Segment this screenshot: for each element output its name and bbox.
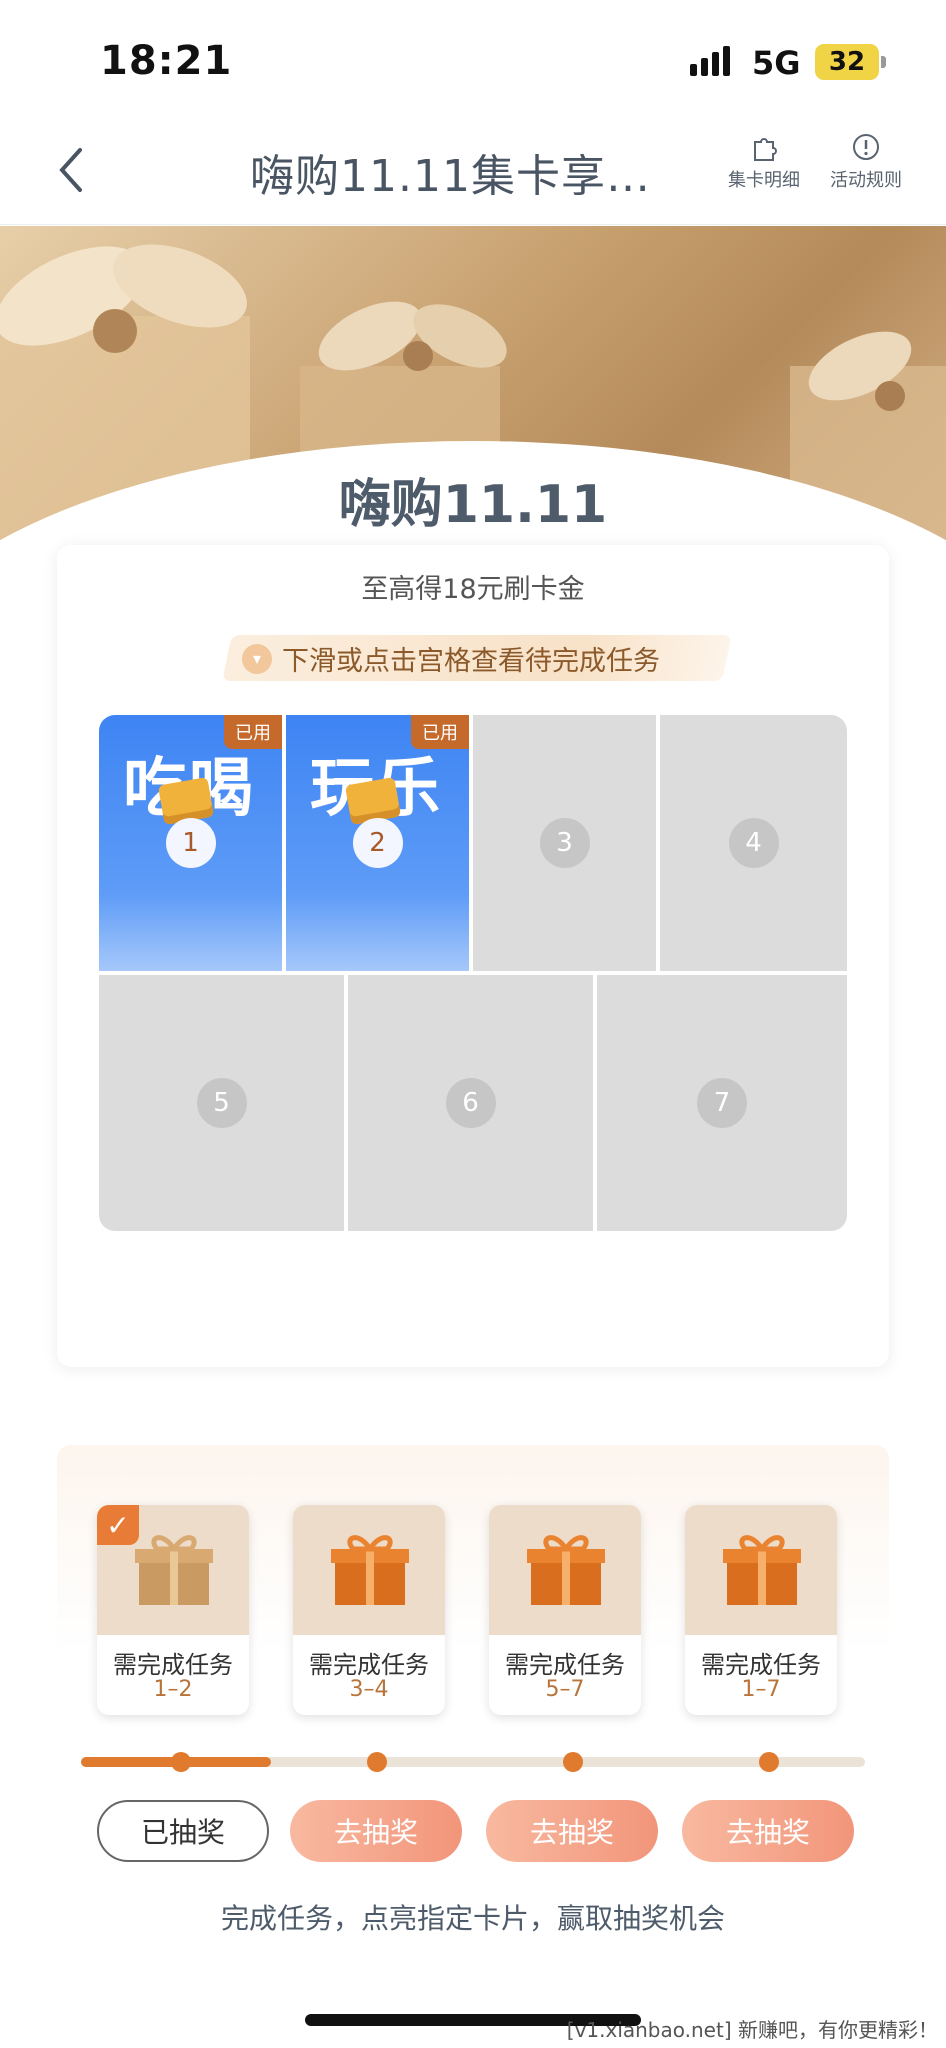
nav-bar: 嗨购11.11集卡享… 集卡明细 活动规则 bbox=[0, 120, 946, 225]
reward-box-1[interactable]: ✓ 需完成任务 1–2 bbox=[97, 1505, 249, 1715]
reward-box-4[interactable]: 需完成任务 1–7 bbox=[685, 1505, 837, 1715]
card-detail-label: 集卡明细 bbox=[728, 170, 800, 191]
check-icon: ✓ bbox=[97, 1505, 139, 1545]
card-cell-5[interactable]: 5 bbox=[99, 975, 344, 1231]
card-number: 4 bbox=[728, 818, 779, 868]
network-type: 5G bbox=[752, 44, 801, 82]
progress-dot bbox=[759, 1752, 779, 1772]
box-range: 1–2 bbox=[153, 1677, 193, 1702]
card-number: 5 bbox=[196, 1078, 247, 1128]
double-chevron-down-icon: ▾ bbox=[242, 643, 272, 674]
watermark: [v1.xianbao.net] 新赚吧，有你更精彩！ bbox=[566, 2018, 938, 2042]
rules-label: 活动规则 bbox=[830, 170, 902, 191]
box-label: 需完成任务 bbox=[309, 1651, 429, 1679]
gift-icon bbox=[527, 1535, 605, 1605]
chevron-left-icon bbox=[59, 148, 82, 192]
signal-icon bbox=[690, 46, 730, 76]
card-cell-1[interactable]: 吃喝 已用 1 bbox=[99, 715, 282, 971]
progress-dot bbox=[171, 1752, 191, 1772]
reward-subtitle: 至高得18元刷卡金 bbox=[361, 574, 585, 605]
draw-button[interactable]: 去抽奖 bbox=[290, 1800, 462, 1862]
card-cell-4[interactable]: 4 bbox=[660, 715, 847, 971]
used-tag: 已用 bbox=[224, 715, 282, 749]
page-title: 嗨购11.11集卡享… bbox=[250, 151, 651, 202]
puzzle-icon bbox=[754, 138, 777, 161]
status-bar: 18:21 5G 32 bbox=[0, 0, 946, 120]
lottery-section: ✓ 需完成任务 1–2 需完成任务 3–4 需完成任务 5–7 需完成任务 1–… bbox=[57, 1445, 889, 1965]
card-cell-7[interactable]: 7 bbox=[597, 975, 847, 1231]
battery-tip bbox=[881, 56, 886, 68]
gift-icon bbox=[331, 1535, 409, 1605]
gift-icon bbox=[135, 1535, 213, 1605]
battery-icon: 32 bbox=[815, 44, 879, 80]
card-grid: 吃喝 已用 1 玩乐 已用 2 3 4 5 6 7 bbox=[99, 715, 847, 1231]
progress-dot bbox=[367, 1752, 387, 1772]
box-label: 需完成任务 bbox=[113, 1651, 233, 1679]
box-label: 需完成任务 bbox=[701, 1651, 821, 1679]
reward-box-2[interactable]: 需完成任务 3–4 bbox=[293, 1505, 445, 1715]
progress-dot bbox=[563, 1752, 583, 1772]
card-number: 2 bbox=[352, 818, 403, 868]
card-number: 6 bbox=[445, 1078, 496, 1128]
box-label: 需完成任务 bbox=[505, 1651, 625, 1679]
info-icon bbox=[853, 134, 879, 160]
hint-banner: ▾ 下滑或点击宫格查看待完成任务 bbox=[242, 639, 660, 678]
used-tag: 已用 bbox=[411, 715, 469, 749]
box-range: 5–7 bbox=[545, 1677, 585, 1702]
card-number: 3 bbox=[539, 818, 590, 868]
card-cell-3[interactable]: 3 bbox=[473, 715, 656, 971]
progress-track bbox=[81, 1752, 865, 1772]
draw-button[interactable]: 去抽奖 bbox=[682, 1800, 854, 1862]
reward-box-3[interactable]: 需完成任务 5–7 bbox=[489, 1505, 641, 1715]
card-cell-2[interactable]: 玩乐 已用 2 bbox=[286, 715, 469, 971]
event-title: 嗨购11.11 bbox=[338, 475, 608, 535]
card-panel: 至高得18元刷卡金 ▾ 下滑或点击宫格查看待完成任务 吃喝 已用 1 玩乐 已用… bbox=[57, 545, 889, 1367]
box-range: 3–4 bbox=[349, 1677, 389, 1702]
card-number: 1 bbox=[165, 818, 216, 868]
rules-button[interactable]: 活动规则 bbox=[830, 132, 902, 192]
gift-icon bbox=[723, 1535, 801, 1605]
lottery-footer-text: 完成任务，点亮指定卡片，赢取抽奖机会 bbox=[220, 1902, 725, 1935]
card-number: 7 bbox=[697, 1078, 747, 1128]
status-time: 18:21 bbox=[100, 38, 233, 84]
box-range: 1–7 bbox=[741, 1677, 781, 1702]
hint-text: 下滑或点击宫格查看待完成任务 bbox=[282, 646, 660, 677]
back-button[interactable] bbox=[52, 142, 92, 198]
drawn-button[interactable]: 已抽奖 bbox=[97, 1800, 269, 1862]
draw-button[interactable]: 去抽奖 bbox=[486, 1800, 658, 1862]
card-detail-button[interactable]: 集卡明细 bbox=[728, 132, 800, 192]
card-cell-6[interactable]: 6 bbox=[348, 975, 593, 1231]
